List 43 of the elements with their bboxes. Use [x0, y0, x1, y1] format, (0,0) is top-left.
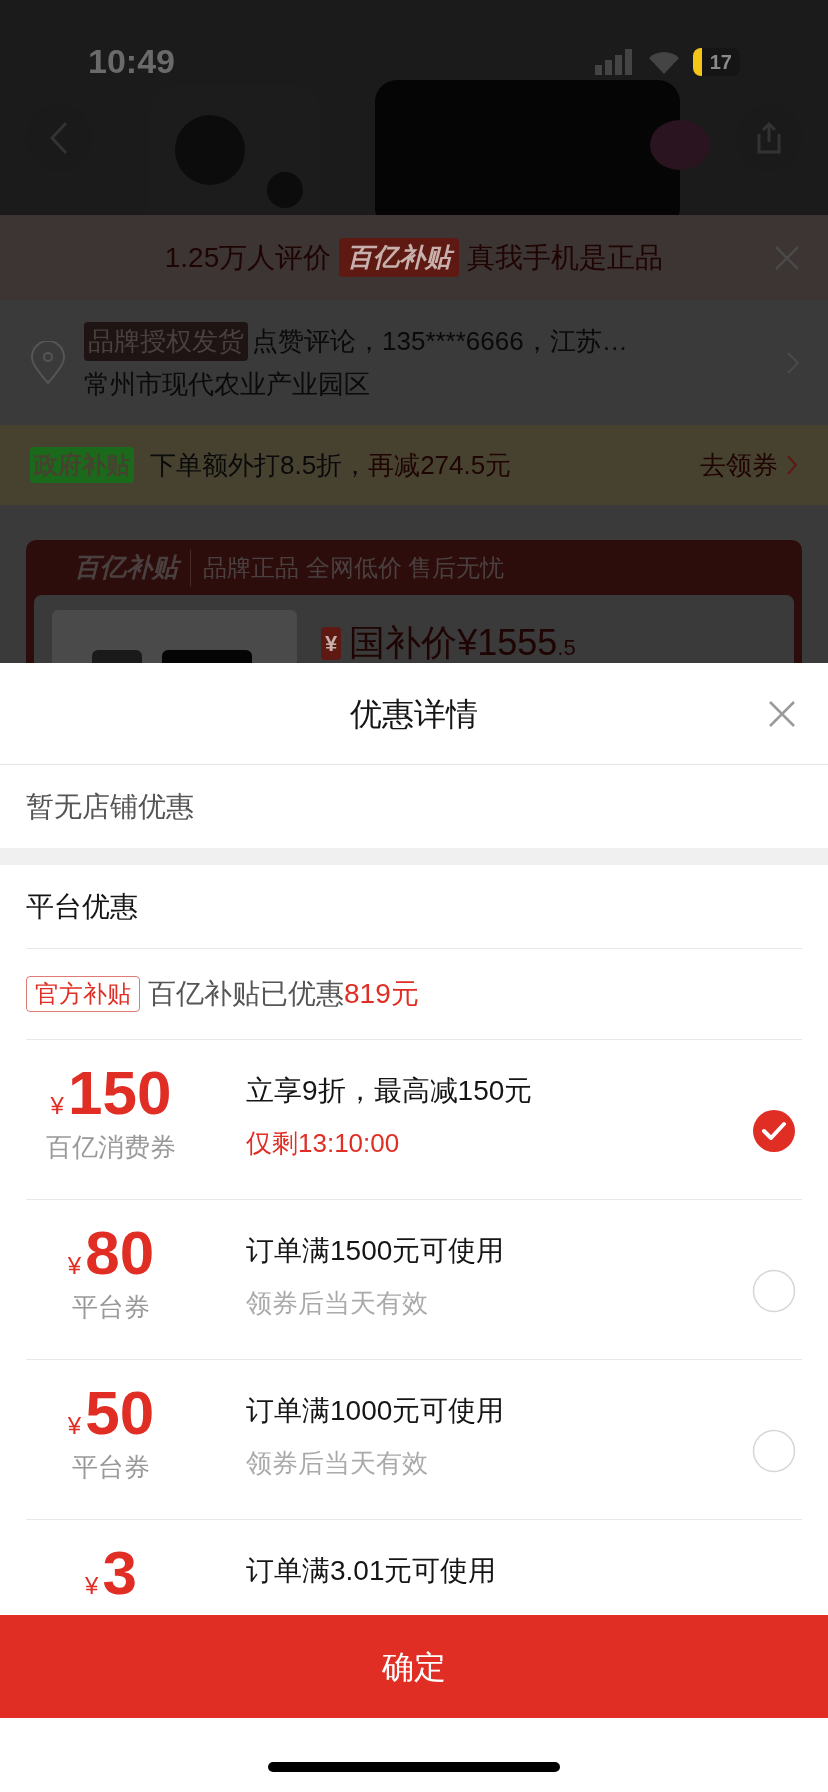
share-icon — [755, 122, 783, 154]
coupon-row[interactable]: ¥50 平台券 订单满1000元可使用 领券后当天有效 — [26, 1360, 802, 1520]
coupon-row[interactable]: ¥150 百亿消费券 立享9折，最高减150元 仅剩13:10:00 — [26, 1040, 802, 1200]
discount-amount: 再减274.5元 — [368, 448, 512, 482]
validity-text: 领券后当天有效 — [246, 1447, 429, 1480]
subsidy-saving-amount: 819元 — [344, 978, 419, 1009]
sheet-title: 优惠详情 — [350, 694, 478, 734]
official-subsidy-tag: 官方补贴 — [26, 976, 140, 1012]
coupon-condition: 订单满3.01元可使用 — [246, 1554, 498, 1588]
currency-symbol: ¥ — [67, 1251, 82, 1281]
checked-radio[interactable] — [752, 1108, 796, 1153]
subsidy-saving-text: 百亿补贴已优惠 — [148, 978, 344, 1009]
currency-symbol: ¥ — [67, 1411, 82, 1441]
status-time: 10:49 — [88, 41, 175, 82]
unchecked-radio[interactable] — [752, 1268, 796, 1313]
coupon-type: 平台券 — [72, 1451, 150, 1484]
countdown-text: 仅剩13:10:00 — [246, 1127, 401, 1160]
signal-icon — [594, 48, 635, 75]
coupon-amount: 80 — [85, 1222, 155, 1284]
coupon-amount: 3 — [102, 1542, 137, 1604]
subsidy-price: 国补价¥1555.5 — [349, 621, 576, 663]
coupon-condition: 订单满1000元可使用 — [246, 1394, 506, 1428]
currency-symbol: ¥ — [85, 1571, 99, 1601]
coupon-row[interactable]: ¥80 平台券 订单满1500元可使用 领券后当天有效 — [26, 1200, 802, 1360]
chevron-right-icon — [786, 454, 798, 476]
unchecked-radio[interactable] — [752, 1428, 796, 1473]
back-icon — [49, 121, 69, 155]
coupon-condition: 订单满1500元可使用 — [246, 1234, 506, 1268]
coupon-type: 平台券 — [72, 1291, 150, 1324]
price-tag-icon: ¥ — [321, 626, 342, 660]
coupon-amount: 150 — [67, 1062, 172, 1124]
section-heading: 平台优惠 — [26, 889, 138, 924]
subsidy-badge: 百亿补贴 — [339, 238, 460, 277]
discount-text: 下单额外打8.5折， — [150, 448, 369, 482]
coupon-condition: 立享9折，最高减150元 — [246, 1074, 534, 1108]
currency-symbol: ¥ — [50, 1091, 64, 1121]
location-icon — [28, 340, 68, 385]
coupon-amount: 50 — [85, 1382, 155, 1444]
coupon-type: 百亿消费券 — [46, 1131, 176, 1164]
confirm-button[interactable]: 确定 — [0, 1615, 828, 1718]
close-icon[interactable] — [768, 699, 796, 728]
shop-discount-text: 暂无店铺优惠 — [26, 789, 194, 824]
validity-text: 领券后当天有效 — [246, 1287, 429, 1320]
